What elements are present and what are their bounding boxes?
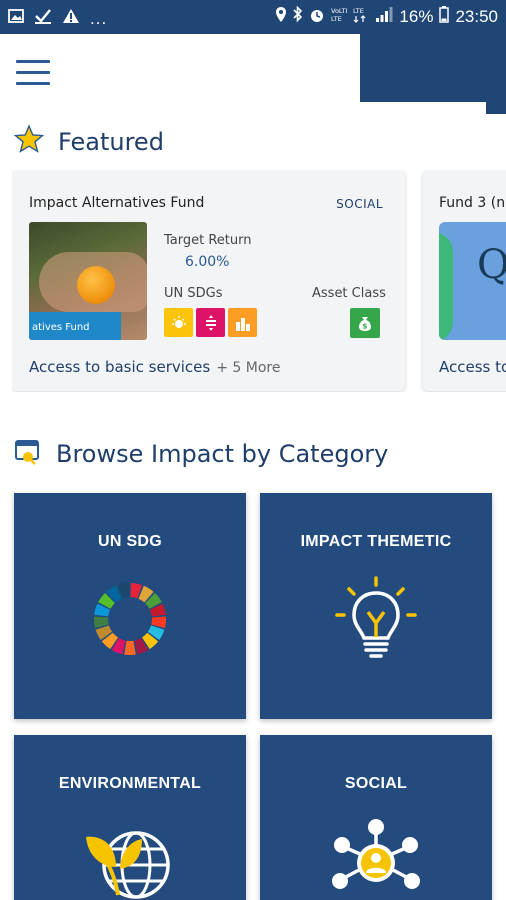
sdg-wheel-segment [124,640,136,655]
browse-window-icon [14,437,42,470]
bluetooth-icon [293,5,303,28]
sdg-energy-icon [164,308,193,337]
fund-image-letter: Q [477,242,506,288]
impact-area: Access to basic services [29,358,211,376]
sdgs-label: UN SDGs [164,286,223,301]
fund-title: Fund 3 (na [439,195,506,211]
category-tile-un-sdg[interactable]: UN SDG [14,493,246,719]
tile-label: ENVIRONMENTAL [58,775,202,792]
svg-text:$: $ [363,323,368,331]
more-impact-link[interactable]: + 5 More [216,360,280,376]
tile-label: IMPACT THEMETIC [300,533,452,550]
sdg-wheel-icon [92,581,168,662]
fund-image: Q [439,222,506,340]
fund-title: Impact Alternatives Fund [29,195,205,211]
signal-icon [375,7,393,27]
sdg-wheel-segment [93,616,109,628]
svg-text:VoLTE: VoLTE [331,7,347,15]
photo-banner-text: atives Fund [29,312,121,340]
warning-icon [62,8,80,29]
alarm-icon [309,7,325,28]
status-bar: ... VoLTELTE LTE 16% 23:50 [0,0,506,34]
category-tile-impact-thematic[interactable]: IMPACT THEMETIC [260,493,492,719]
money-bag-icon: $ [350,308,380,338]
lightbulb-icon [331,575,421,672]
sdg-wheel-segment [151,616,167,628]
fund-photo: atives Fund [29,222,147,340]
svg-text:LTE: LTE [331,15,342,23]
header-panel-tab [486,102,506,114]
header-panel [360,34,506,102]
check-icon [34,8,52,29]
impact-summary: Access to basic services + 5 More [29,358,280,376]
star-icon [13,124,45,159]
fund-card[interactable]: Impact Alternatives Fund SOCIAL atives F… [12,170,405,391]
more-notifications: ... [90,8,108,28]
target-return-label: Target Return [164,233,252,248]
browse-header: Browse Impact by Category [14,437,388,470]
featured-title: Featured [58,127,164,156]
location-icon [275,6,287,28]
category-tile-social[interactable]: SOCIAL [260,735,492,900]
battery-level: 16% [399,7,434,26]
asset-class-label: Asset Class [312,286,386,301]
sdg-cities-icon [228,308,257,337]
category-tag: SOCIAL [336,197,383,211]
clock-time: 23:50 [455,7,498,26]
target-return-value: 6.00% [185,254,230,270]
tile-label: UN SDG [97,533,163,550]
fund-card[interactable]: Fund 3 (na Q Access to [423,170,506,391]
battery-icon [439,6,450,28]
sdg-inequality-icon [196,308,225,337]
lte-icon: LTE [353,6,369,28]
featured-carousel[interactable]: Impact Alternatives Fund SOCIAL atives F… [12,170,506,392]
impact-area: Access to [439,358,506,376]
menu-icon[interactable] [16,60,50,86]
svg-text:LTE: LTE [353,7,364,15]
leaf-globe-icon [84,821,176,900]
sdg-icon-list [164,308,257,337]
category-tile-environmental[interactable]: ENVIRONMENTAL [14,735,246,900]
people-network-icon [330,817,422,900]
browse-title: Browse Impact by Category [56,439,389,468]
tile-label: SOCIAL [344,775,408,792]
featured-header: Featured [13,124,164,159]
volte-icon: VoLTELTE [331,6,350,28]
image-icon [8,9,24,28]
